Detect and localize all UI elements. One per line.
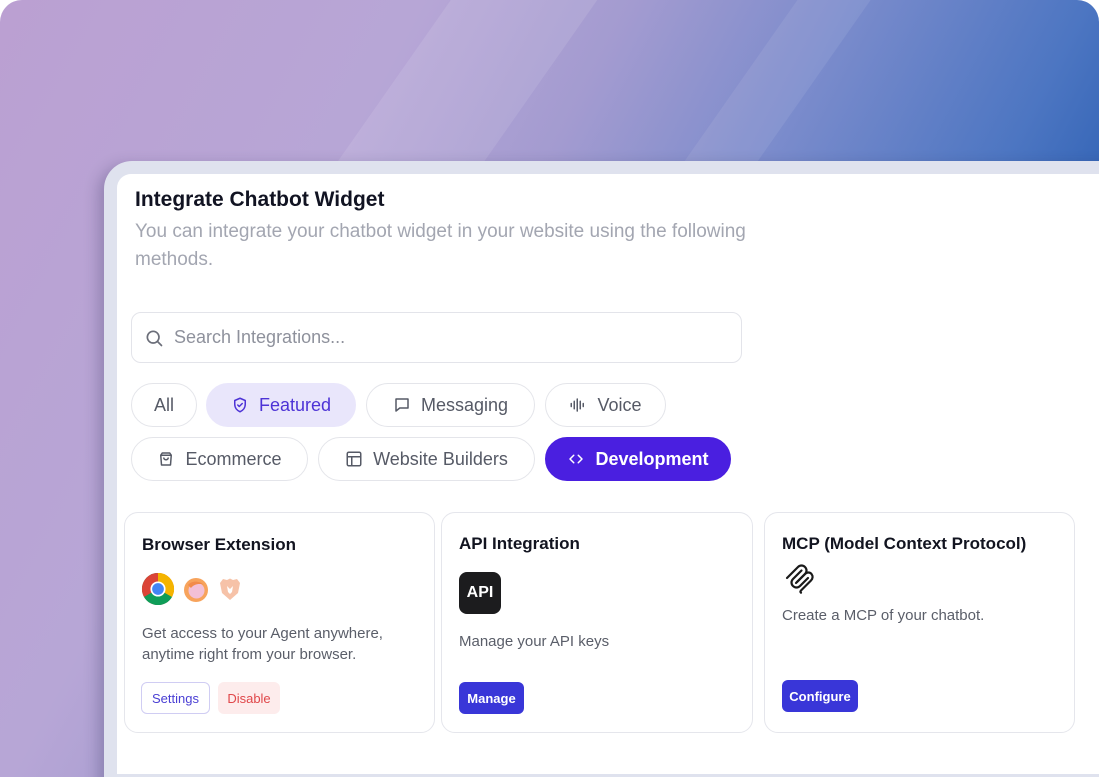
search-input[interactable] — [174, 327, 714, 348]
search-box[interactable] — [131, 312, 742, 363]
configure-button[interactable]: Configure — [782, 680, 858, 712]
card-description: Manage your API keys — [459, 633, 610, 650]
filter-label: Messaging — [420, 394, 509, 415]
filter-voice[interactable]: Voice — [545, 383, 666, 427]
filter-label: Development — [595, 448, 709, 469]
chat-bubble-icon — [395, 398, 409, 412]
card-description: Get access to your Agent anywhere, anyti… — [142, 625, 383, 663]
filter-label: Ecommerce — [185, 448, 282, 469]
settings-button[interactable]: Settings — [141, 682, 210, 714]
filter-label: Voice — [597, 394, 642, 415]
firefox-icon — [184, 578, 208, 602]
card-title: API Integration — [459, 534, 580, 553]
search-icon — [146, 330, 163, 346]
disable-button[interactable]: Disable — [218, 682, 280, 714]
card-title: Browser Extension — [142, 535, 296, 554]
brave-icon — [220, 578, 240, 600]
filter-label: All — [153, 394, 174, 415]
filter-development[interactable]: Development — [545, 437, 731, 481]
page-title: Integrate Chatbot Widget — [135, 188, 385, 211]
code-icon — [569, 454, 584, 464]
api-icon: API — [459, 572, 501, 614]
filter-label: Website Builders — [373, 448, 508, 469]
filter-website-builders[interactable]: Website Builders — [318, 437, 535, 481]
shopping-bag-icon — [160, 452, 173, 466]
filter-ecommerce[interactable]: Ecommerce — [131, 437, 308, 481]
audio-wave-icon — [570, 398, 585, 412]
card-description: Create a MCP of your chatbot. — [782, 607, 985, 624]
filter-messaging[interactable]: Messaging — [366, 383, 535, 427]
layout-icon — [346, 451, 362, 467]
filter-label: Featured — [258, 394, 332, 415]
card-title: MCP (Model Context Protocol) — [782, 534, 1027, 553]
mcp-icon — [785, 564, 814, 594]
filter-all[interactable]: All — [131, 383, 197, 427]
chrome-icon — [141, 572, 175, 606]
shield-check-icon — [233, 397, 246, 413]
page-subtitle: You can integrate your chatbot widget in… — [135, 221, 746, 270]
filter-featured[interactable]: Featured — [206, 383, 356, 427]
manage-button[interactable]: Manage — [459, 682, 524, 714]
